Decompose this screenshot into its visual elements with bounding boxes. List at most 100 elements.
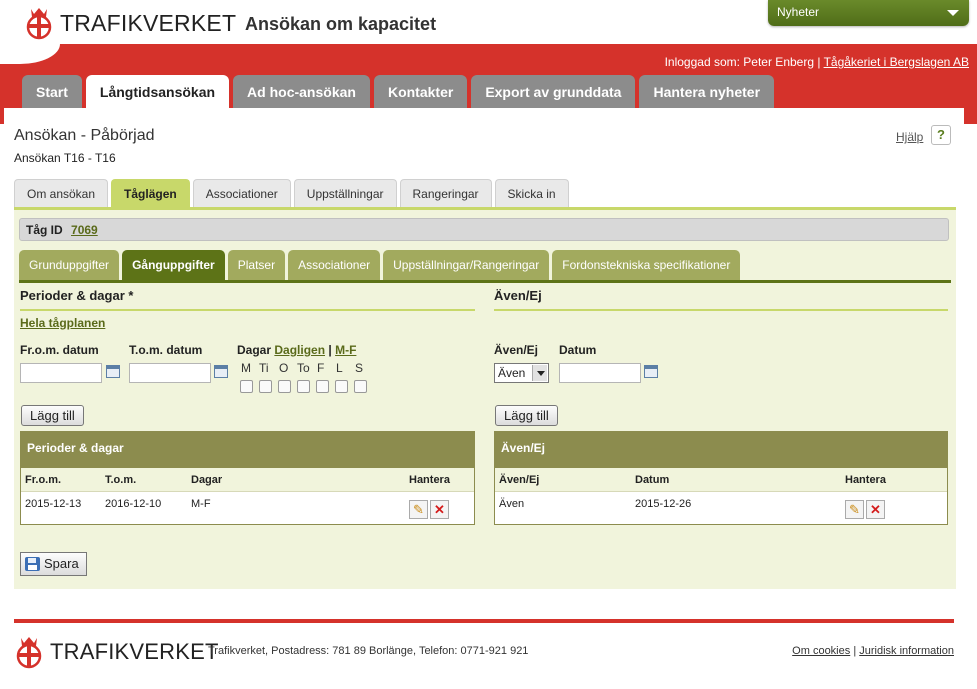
main-tab-long-term[interactable]: Långtidsansökan xyxy=(85,75,230,109)
application-tabs: Om ansökan Tåglägen Associationer Uppstä… xyxy=(14,179,569,208)
news-dropdown-label: Nyheter xyxy=(777,5,820,19)
day-letter-monday: M xyxy=(241,361,251,375)
legal-link[interactable]: Juridisk information xyxy=(859,645,954,657)
to-date-input[interactable] xyxy=(129,363,211,383)
tab-underline xyxy=(19,280,951,283)
also-title: Även/Ej xyxy=(494,288,948,311)
footer-address: Trafikverket, Postadress: 781 89 Borläng… xyxy=(208,645,529,657)
page-subtitle: Ansökan T16 - T16 xyxy=(14,151,116,165)
tab-basic-info[interactable]: Grunduppgifter xyxy=(19,250,120,280)
main-tab-start[interactable]: Start xyxy=(22,75,82,109)
tab-places[interactable]: Platser xyxy=(227,250,286,280)
tab-stabling-shunting[interactable]: Uppställningar/Rangeringar xyxy=(383,250,550,280)
delete-icon[interactable]: ✕ xyxy=(866,500,885,519)
main-tab-export[interactable]: Export av grunddata xyxy=(471,75,636,109)
day-letter-thursday: To xyxy=(297,361,310,375)
day-letter-tuesday: Ti xyxy=(259,361,269,375)
days-separator: | xyxy=(328,343,332,357)
also-type-label: Även/Ej xyxy=(494,343,539,357)
delete-icon[interactable]: ✕ xyxy=(430,500,449,519)
day-checkbox-tuesday[interactable] xyxy=(259,380,272,393)
main-tab-contacts[interactable]: Kontakter xyxy=(373,75,468,109)
day-letter-sunday: S xyxy=(355,361,364,375)
tab-train-associations[interactable]: Associationer xyxy=(288,250,381,280)
days-label: Dagar xyxy=(237,343,272,357)
add-period-button[interactable]: Lägg till xyxy=(21,405,84,426)
main-tab-ad-hoc[interactable]: Ad hoc-ansökan xyxy=(233,75,370,109)
train-id-link[interactable]: 7069 xyxy=(71,223,98,237)
also-section: Även/Ej Även/Ej Även Datum Lägg till Äve… xyxy=(494,288,948,548)
calendar-icon[interactable] xyxy=(106,365,120,378)
also-date-input[interactable] xyxy=(559,363,641,383)
save-label: Spara xyxy=(44,556,79,571)
calendar-icon[interactable] xyxy=(644,365,658,378)
column-type: Även/Ej xyxy=(499,474,540,486)
day-checkbox-monday[interactable] xyxy=(240,380,253,393)
train-detail-tabs: Grunduppgifter Gånguppgifter Platser Ass… xyxy=(19,250,741,280)
main-tabs: Start Långtidsansökan Ad hoc-ansökan Kon… xyxy=(22,75,775,109)
save-button[interactable]: Spara xyxy=(20,552,87,576)
also-grid-title: Även/Ej xyxy=(495,432,947,468)
crown-logo-icon xyxy=(16,637,42,669)
day-letter-wednesday: O xyxy=(279,361,289,375)
logo-text: TRAFIKVERKET xyxy=(60,9,237,36)
login-prefix: Inloggad som: Peter Enberg | xyxy=(664,55,824,69)
table-row: 2015-12-13 2016-12-10 M-F ✎ ✕ xyxy=(21,492,474,523)
footer-links: Om cookies | Juridisk information xyxy=(792,645,954,657)
day-checkbox-wednesday[interactable] xyxy=(278,380,291,393)
edit-icon[interactable]: ✎ xyxy=(845,500,864,519)
day-checkbox-thursday[interactable] xyxy=(297,380,310,393)
day-letter-friday: F xyxy=(317,361,325,375)
save-icon xyxy=(25,557,40,571)
app-title: Ansökan om kapacitet xyxy=(245,14,437,34)
crown-logo-icon xyxy=(26,8,52,40)
company-link[interactable]: Tågåkeriet i Bergslagen AB xyxy=(824,55,969,69)
day-checkbox-friday[interactable] xyxy=(316,380,329,393)
periods-grid: Perioder & dagar Fr.o.m. T.o.m. Dagar Ha… xyxy=(20,431,475,525)
tab-vehicle-specs[interactable]: Fordonstekniska specifikationer xyxy=(552,250,741,280)
footer-logo-text: TRAFIKVERKET xyxy=(50,639,219,664)
day-checkbox-sunday[interactable] xyxy=(354,380,367,393)
help-icon[interactable]: ? xyxy=(931,125,951,145)
trafikverket-logo[interactable]: TRAFIKVERKET xyxy=(24,4,236,42)
days-row: Dagar Dagligen | M-F xyxy=(237,343,356,357)
periods-title: Perioder & dagar * xyxy=(20,288,475,311)
tab-associations[interactable]: Associationer xyxy=(192,179,291,208)
tab-shuntings[interactable]: Rangeringar xyxy=(399,179,492,208)
column-days: Dagar xyxy=(191,474,223,486)
main-tab-news[interactable]: Hantera nyheter xyxy=(639,75,775,109)
tab-about[interactable]: Om ansökan xyxy=(14,179,109,208)
day-checkbox-saturday[interactable] xyxy=(335,380,348,393)
footer-logo[interactable]: TRAFIKVERKET xyxy=(14,634,219,670)
whole-plan-link[interactable]: Hela tågplanen xyxy=(20,316,105,330)
calendar-icon[interactable] xyxy=(214,365,228,378)
daily-link[interactable]: Dagligen xyxy=(274,343,325,357)
also-grid: Även/Ej Även/Ej Datum Hantera Även 2015-… xyxy=(494,431,948,525)
weekdays-link[interactable]: M-F xyxy=(335,343,356,357)
to-date-label: T.o.m. datum xyxy=(129,343,203,357)
cell-from: 2015-12-13 xyxy=(25,498,82,510)
edit-icon[interactable]: ✎ xyxy=(409,500,428,519)
train-id-label: Tåg ID xyxy=(26,223,63,237)
tab-train-paths[interactable]: Tåglägen xyxy=(111,179,190,208)
tab-submit[interactable]: Skicka in xyxy=(494,179,569,208)
chevron-down-icon xyxy=(947,10,959,16)
column-to: T.o.m. xyxy=(105,474,137,486)
add-also-button[interactable]: Lägg till xyxy=(495,405,558,426)
table-row: Även 2015-12-26 ✎ ✕ xyxy=(495,492,947,523)
tab-running-info[interactable]: Gånguppgifter xyxy=(122,250,225,280)
news-dropdown[interactable]: Nyheter xyxy=(768,0,969,26)
also-grid-header: Även/Ej Datum Hantera xyxy=(495,468,947,492)
also-type-value: Även xyxy=(498,366,526,380)
cookies-link[interactable]: Om cookies xyxy=(792,645,850,657)
cell-days: M-F xyxy=(191,498,211,510)
header-curve xyxy=(0,44,60,64)
login-info: Inloggad som: Peter Enberg | Tågåkeriet … xyxy=(665,55,969,69)
from-date-input[interactable] xyxy=(20,363,102,383)
also-type-select[interactable]: Även xyxy=(494,363,549,383)
tab-stablings[interactable]: Uppställningar xyxy=(293,179,397,208)
train-id-bar: Tåg ID 7069 xyxy=(19,218,949,241)
help-link[interactable]: Hjälp xyxy=(896,130,923,144)
cell-to: 2016-12-10 xyxy=(105,498,162,510)
periods-grid-header: Fr.o.m. T.o.m. Dagar Hantera xyxy=(21,468,474,492)
